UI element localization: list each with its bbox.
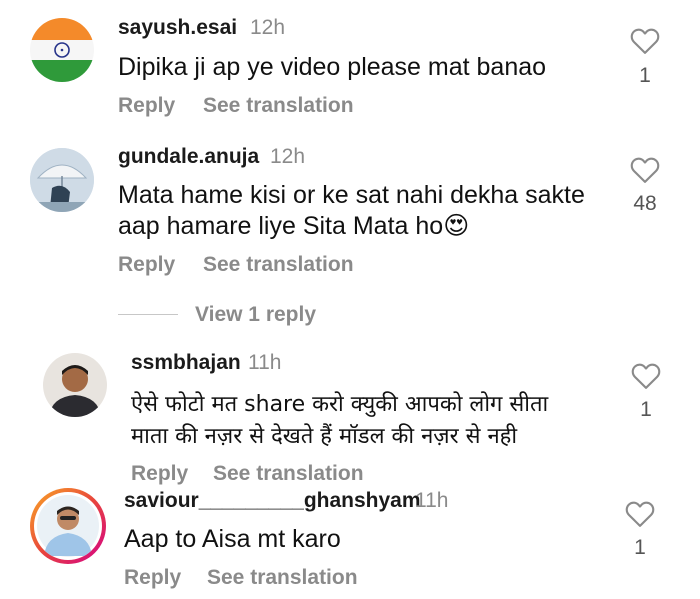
flag-avatar-image: [30, 18, 94, 82]
comment-text: Mata hame kisi or ke sat nahi dekha sakt…: [118, 180, 598, 242]
comment-text-body: Mata hame kisi or ke sat nahi dekha sakt…: [118, 181, 585, 240]
see-translation-button[interactable]: See translation: [203, 94, 354, 118]
avatar[interactable]: [43, 353, 107, 417]
comment-item: ssmbhajan 11h ऐसे फोटो मत share करो क्यु…: [0, 345, 700, 485]
comment-text-line: ऐसे फोटो मत share करो क्युकी आपको लोग सी…: [131, 392, 549, 417]
heart-outline-icon[interactable]: [631, 362, 661, 390]
reply-button[interactable]: Reply: [118, 94, 175, 118]
see-translation-button[interactable]: See translation: [213, 462, 364, 486]
avatar-story-ring[interactable]: [30, 488, 106, 564]
see-translation-button[interactable]: See translation: [203, 253, 354, 277]
like-count: 1: [639, 64, 651, 87]
see-translation-button[interactable]: See translation: [207, 566, 358, 590]
like-count: 1: [640, 398, 652, 421]
username[interactable]: saviour_________ghanshyam: [124, 489, 421, 513]
comment-text-line: माता की नज़र से देखते हैं मॉडल की नज़र स…: [131, 424, 518, 449]
reply-button[interactable]: Reply: [118, 253, 175, 277]
view-replies-divider: [118, 314, 178, 315]
username[interactable]: gundale.anuja: [118, 145, 259, 169]
reply-button[interactable]: Reply: [124, 566, 181, 590]
username[interactable]: sayush.esai: [118, 16, 237, 40]
avatar[interactable]: [30, 148, 94, 212]
comment-item: saviour_________ghanshyam 11h Aap to Ais…: [0, 485, 700, 599]
comment-text: Dipika ji ap ye video please mat banao: [118, 53, 547, 81]
person-avatar-image: [37, 495, 99, 557]
timestamp: 12h: [250, 16, 286, 39]
reply-button[interactable]: Reply: [131, 462, 188, 486]
comment-text: Aap to Aisa mt karo: [124, 525, 341, 553]
comment-text: ऐसे फोटो मत share करो क्युकी आपको लोग सी…: [131, 389, 548, 453]
like-count: 1: [634, 536, 646, 559]
heart-outline-icon[interactable]: [630, 156, 660, 184]
person-avatar-image: [43, 353, 107, 417]
heart-eyes-emoji: 😍: [443, 212, 470, 240]
timestamp: 11h: [248, 351, 282, 374]
avatar: [34, 492, 102, 560]
heart-outline-icon[interactable]: [625, 500, 655, 528]
timestamp: 12h: [270, 145, 306, 168]
timestamp: 11h: [415, 489, 449, 512]
like-count: 48: [633, 192, 657, 215]
avatar[interactable]: [30, 18, 94, 82]
comment-item: sayush.esai 12h Dipika ji ap ye video pl…: [0, 0, 700, 130]
umbrella-avatar-image: [30, 148, 94, 212]
username[interactable]: ssmbhajan: [131, 351, 241, 375]
heart-outline-icon[interactable]: [630, 27, 660, 55]
comment-item: gundale.anuja 12h Mata hame kisi or ke s…: [0, 135, 700, 335]
view-replies-button[interactable]: View 1 reply: [195, 303, 316, 327]
